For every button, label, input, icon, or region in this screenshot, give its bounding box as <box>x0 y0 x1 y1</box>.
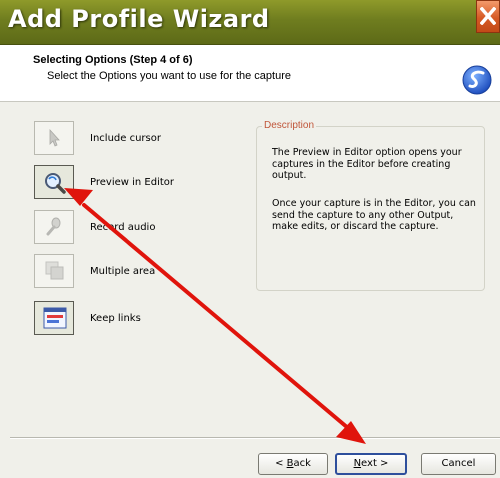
next-button-rest: ext > <box>361 458 389 469</box>
title-bar: Add Profile Wizard <box>0 0 500 45</box>
preview-in-editor-label: Preview in Editor <box>90 177 174 188</box>
step-title: Selecting Options (Step 4 of 6) <box>33 54 193 66</box>
back-button[interactable]: < Back <box>258 453 328 475</box>
step-subtitle: Select the Options you want to use for t… <box>47 70 291 82</box>
keep-links-label: Keep links <box>90 313 141 324</box>
description-paragraph-1: The Preview in Editor option opens your … <box>272 147 462 181</box>
keep-links-icon <box>43 307 67 329</box>
snagit-swirl-icon <box>462 65 492 95</box>
close-icon <box>480 7 496 25</box>
multiple-area-button[interactable] <box>34 254 74 288</box>
next-button[interactable]: Next > <box>335 453 407 475</box>
description-paragraph-2: Once your capture is in the Editor, you … <box>272 198 476 232</box>
annotation-arrowhead-bottom <box>336 421 366 444</box>
back-button-rest: ack <box>293 458 311 469</box>
description-legend: Description <box>262 120 317 131</box>
record-audio-button[interactable] <box>34 210 74 244</box>
back-button-mnemonic: B <box>286 458 294 469</box>
cursor-icon <box>49 128 60 147</box>
keep-links-button[interactable] <box>34 301 74 335</box>
next-button-mnemonic: N <box>353 458 362 469</box>
window-title: Add Profile Wizard <box>8 5 270 33</box>
preview-in-editor-button[interactable] <box>34 165 74 199</box>
bottom-separator <box>10 437 500 439</box>
close-button[interactable] <box>476 0 500 33</box>
include-cursor-label: Include cursor <box>90 133 161 144</box>
wizard-header: Selecting Options (Step 4 of 6) Select t… <box>0 45 500 102</box>
multiple-area-icon <box>45 261 64 280</box>
magnifier-icon <box>45 173 66 194</box>
multiple-area-label: Multiple area <box>90 266 156 277</box>
back-button-prefix: < <box>275 458 287 469</box>
record-audio-label: Record audio <box>90 222 156 233</box>
microphone-icon <box>46 217 61 236</box>
cancel-button[interactable]: Cancel <box>421 453 496 475</box>
include-cursor-button[interactable] <box>34 121 74 155</box>
